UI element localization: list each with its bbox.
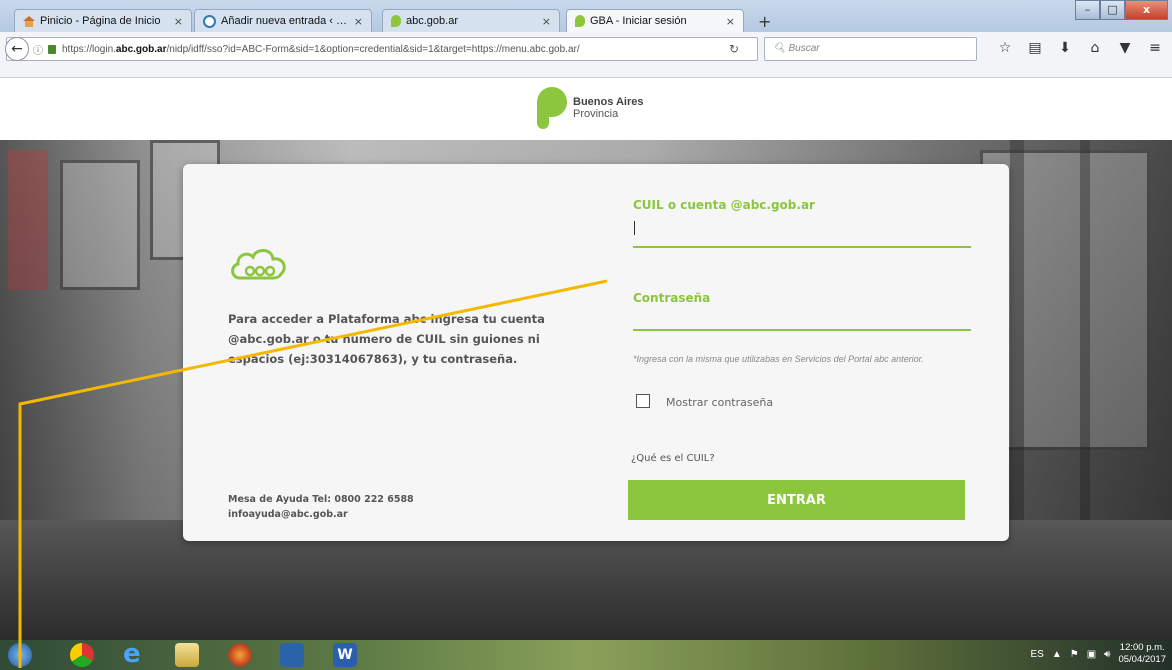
url-domain: abc.gob.ar: [115, 43, 167, 55]
login-intro-text: Para acceder a Plataforma abc ingresa tu…: [228, 312, 545, 366]
help-phone: Mesa de Ayuda Tel: 0800 222 6588: [228, 494, 414, 505]
info-icon[interactable]: ⓘ: [33, 42, 43, 57]
user-field-label: CUIL o cuenta @abc.gob.ar: [633, 198, 815, 212]
word-icon[interactable]: W: [333, 643, 357, 667]
close-icon[interactable]: ×: [726, 15, 735, 28]
password-input[interactable]: [633, 329, 971, 331]
pocket-icon[interactable]: ▼: [1110, 40, 1140, 56]
new-tab-button[interactable]: +: [758, 12, 771, 31]
tab-label: Pinicio - Página de Inicio: [40, 15, 161, 27]
home-icon: [23, 15, 35, 27]
download-icon[interactable]: ⬇: [1050, 40, 1080, 56]
tab-gba-login[interactable]: GBA - Iniciar sesión ×: [566, 9, 744, 32]
show-password-checkbox[interactable]: [636, 394, 650, 408]
maximize-button[interactable]: □: [1100, 0, 1125, 20]
media-player-icon[interactable]: [280, 643, 304, 667]
enter-button[interactable]: ENTRAR: [628, 480, 965, 520]
lock-icon: [48, 44, 56, 54]
menu-icon[interactable]: ≡: [1140, 40, 1170, 56]
window-controls: – □ x: [1075, 0, 1168, 20]
volume-icon[interactable]: 🔊︎: [1104, 649, 1110, 660]
browser-nav-bar: ← ⓘ https://login.abc.gob.ar/nidp/idff/s…: [0, 32, 1172, 78]
reload-icon[interactable]: ↻: [729, 42, 739, 56]
windows-taskbar: e W ES ▲ ⚑ ▣ 🔊︎ 12:00 p.m. 05/04/2017: [0, 640, 1172, 670]
chrome-icon[interactable]: [70, 643, 94, 667]
file-explorer-icon[interactable]: [175, 643, 199, 667]
login-card: Para acceder a Plataforma abc ingresa tu…: [183, 164, 1009, 541]
text-cursor: [634, 221, 635, 235]
action-center-icon[interactable]: ⚑: [1070, 649, 1079, 660]
network-icon[interactable]: ▣: [1087, 649, 1096, 660]
tab-abc[interactable]: abc.gob.ar ×: [382, 9, 560, 32]
show-password-label[interactable]: Mostrar contraseña: [666, 396, 773, 409]
show-hidden-icons-icon[interactable]: ▲: [1052, 649, 1062, 660]
language-indicator[interactable]: ES: [1030, 649, 1043, 660]
buenos-aires-logo: Buenos Aires Provincia: [537, 87, 644, 129]
brand-line1: Buenos Aires: [573, 96, 644, 108]
tab-label: GBA - Iniciar sesión: [590, 15, 687, 27]
url-path: /nidp/idff/sso?id=ABC-Form&sid=1&option=…: [166, 43, 580, 55]
brand-line2: Provincia: [573, 108, 619, 120]
close-icon[interactable]: ×: [542, 15, 551, 28]
url-prefix: https://login.: [62, 43, 116, 55]
password-note: *Ingresa con la misma que utilizabas en …: [633, 354, 924, 364]
search-placeholder: Buscar: [788, 43, 820, 54]
search-input[interactable]: 🔍︎ Buscar: [764, 37, 977, 61]
firefox-icon[interactable]: [228, 643, 252, 667]
leaf-icon: [575, 15, 585, 27]
start-button-icon[interactable]: [8, 643, 32, 667]
minimize-button[interactable]: –: [1075, 0, 1100, 20]
user-input[interactable]: [633, 246, 971, 248]
address-bar[interactable]: ← ⓘ https://login.abc.gob.ar/nidp/idff/s…: [5, 37, 758, 61]
clock-time: 12:00 p.m.: [1119, 642, 1165, 653]
close-window-button[interactable]: x: [1125, 0, 1168, 20]
toolbar-icons: ☆ ▤ ⬇ ⌂ ▼ ≡: [990, 40, 1170, 56]
close-icon[interactable]: ×: [354, 15, 363, 28]
help-contact: Mesa de Ayuda Tel: 0800 222 6588 infoayu…: [228, 492, 414, 522]
what-is-cuil-link[interactable]: ¿Qué es el CUIL?: [631, 453, 715, 464]
tab-anadir-entrada[interactable]: Añadir nueva entrada ‹ — ... ×: [194, 9, 372, 32]
tab-pinicio[interactable]: Pinicio - Página de Inicio ×: [14, 9, 192, 32]
reading-list-icon[interactable]: ▤: [1020, 40, 1050, 56]
leaf-icon: [391, 15, 401, 27]
url-text[interactable]: https://login.abc.gob.ar/nidp/idff/sso?i…: [62, 44, 757, 55]
password-field-label: Contraseña: [633, 291, 711, 305]
system-tray: ES ▲ ⚑ ▣ 🔊︎ 12:00 p.m. 05/04/2017: [1030, 642, 1166, 666]
provincia-logo-icon: [537, 87, 567, 129]
abc-cloud-logo-icon: [231, 249, 286, 280]
clock[interactable]: 12:00 p.m. 05/04/2017: [1118, 642, 1166, 666]
browser-tab-strip: Pinicio - Página de Inicio × Añadir nuev…: [0, 0, 1172, 32]
tab-label: Añadir nueva entrada ‹ — ...: [221, 15, 349, 27]
clock-date: 05/04/2017: [1118, 654, 1166, 665]
wordpress-icon: [203, 14, 216, 28]
close-icon[interactable]: ×: [174, 15, 183, 28]
internet-explorer-icon[interactable]: e: [123, 641, 147, 667]
home-icon[interactable]: ⌂: [1080, 40, 1110, 56]
help-email: infoayuda@abc.gob.ar: [228, 509, 348, 520]
bookmark-star-icon[interactable]: ☆: [990, 40, 1020, 56]
back-arrow-icon[interactable]: ←: [5, 37, 29, 61]
tab-label: abc.gob.ar: [406, 15, 458, 27]
